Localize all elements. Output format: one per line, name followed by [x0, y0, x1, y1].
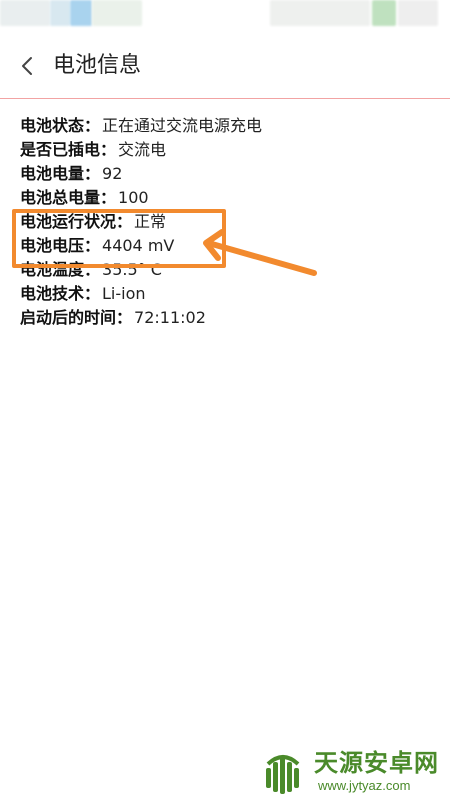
info-value: 92 — [102, 164, 123, 183]
info-label: 电池状态： — [20, 116, 101, 135]
watermark-name: 天源安卓网 — [314, 749, 439, 777]
status-bar — [0, 0, 450, 36]
info-label: 是否已插电： — [20, 140, 117, 159]
info-row-uptime: 启动后的时间： 72:11:02 — [20, 306, 440, 330]
status-bar-blur — [0, 0, 50, 26]
info-label: 电池电量： — [20, 164, 101, 183]
info-value: 100 — [118, 188, 149, 207]
info-row-plugged: 是否已插电： 交流电 — [20, 138, 440, 162]
info-label: 电池技术： — [20, 284, 101, 303]
status-bar-blur — [270, 0, 370, 26]
info-row-scale: 电池总电量： 100 — [20, 186, 440, 210]
status-bar-blur — [92, 0, 142, 26]
page-title: 电池信息 — [53, 53, 142, 78]
info-row-technology: 电池技术： Li-ion — [20, 282, 440, 306]
info-value: 交流电 — [118, 140, 167, 159]
watermark: 天源安卓网 www.jytyaz.com — [258, 748, 448, 796]
android-logo-icon — [266, 755, 300, 794]
status-bar-blur — [50, 0, 70, 26]
info-row-status: 电池状态： 正在通过交流电源充电 — [20, 114, 440, 138]
info-label: 电池总电量： — [20, 188, 117, 207]
status-bar-blur — [372, 0, 396, 26]
chevron-left-icon — [22, 57, 32, 75]
info-value: 正在通过交流电源充电 — [102, 116, 263, 135]
watermark-url: www.jytyaz.com — [318, 778, 411, 793]
highlight-box — [12, 209, 226, 268]
status-bar-blur — [70, 0, 92, 26]
info-row-level: 电池电量： 92 — [20, 162, 440, 186]
status-bar-blur — [398, 0, 438, 26]
info-value: 72:11:02 — [134, 308, 206, 327]
back-button[interactable] — [12, 50, 44, 82]
info-value: Li-ion — [102, 284, 146, 303]
header-bar: 电池信息 — [0, 36, 450, 99]
info-label: 启动后的时间： — [20, 308, 133, 327]
